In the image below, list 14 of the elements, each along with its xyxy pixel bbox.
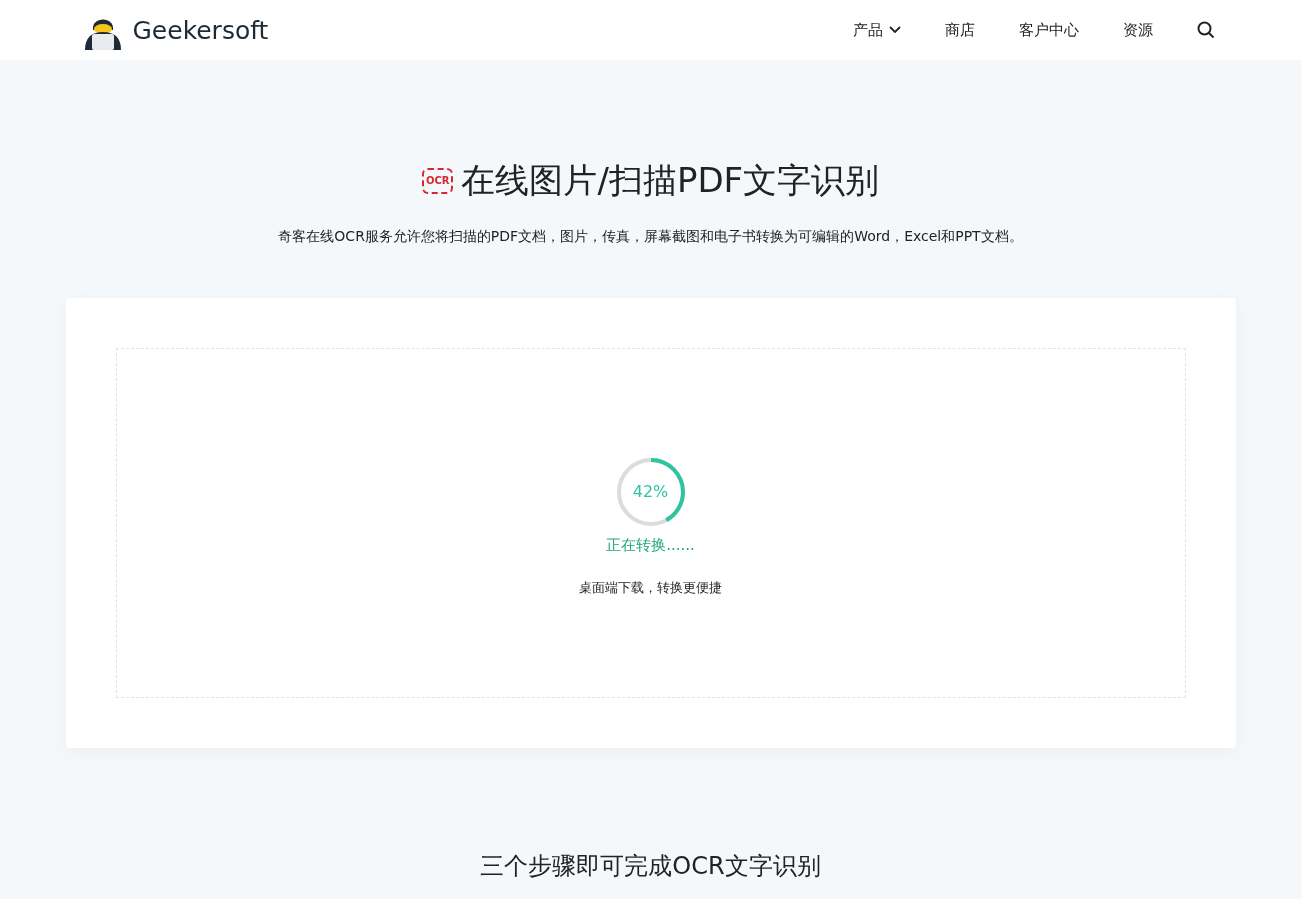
ocr-scan-icon: OCR bbox=[421, 168, 454, 194]
page-title: 在线图片/扫描PDF文字识别 bbox=[461, 159, 880, 202]
progress-percentage: 42% bbox=[632, 483, 669, 500]
steps-heading: 三个步骤即可完成OCR文字识别 bbox=[480, 851, 821, 882]
conversion-status: 正在转换...... bbox=[606, 535, 695, 555]
chevron-down-icon bbox=[888, 26, 901, 34]
nav-link[interactable]: 资源 bbox=[1122, 20, 1153, 40]
search-icon[interactable] bbox=[1196, 21, 1215, 39]
desktop-download-link[interactable]: 桌面端下载，转换更便捷 bbox=[579, 578, 722, 597]
page-subtitle: 奇客在线OCR服务允许您将扫描的PDF文档，图片，传真，屏幕截图和电子书转换为可编辑的Word，Excel和PPT文档。 bbox=[278, 228, 1023, 246]
brand-name[interactable]: Geekersoft bbox=[132, 15, 269, 45]
nav-link[interactable]: 产品 bbox=[852, 20, 901, 40]
nav-link[interactable]: 商店 bbox=[944, 20, 975, 40]
nav-link[interactable]: 客户中心 bbox=[1018, 20, 1079, 40]
